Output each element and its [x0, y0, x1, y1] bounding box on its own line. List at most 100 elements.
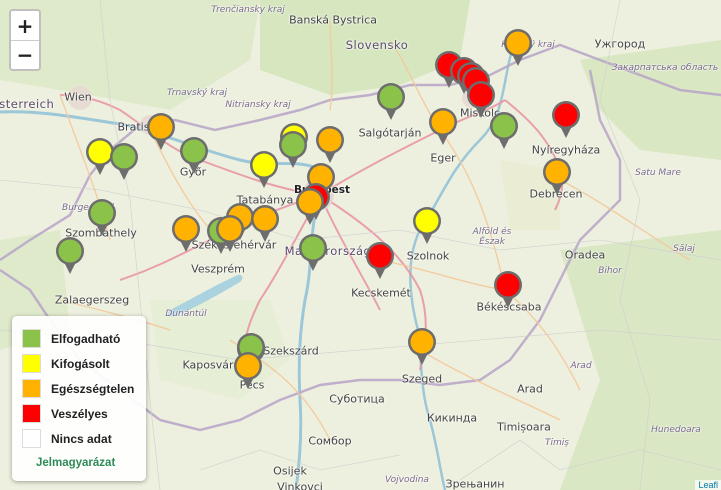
map-pin-icon [279, 131, 307, 168]
place-label: Зрењанин [445, 477, 505, 490]
map-pin-icon [490, 112, 518, 149]
place-label: Hunedoara [651, 425, 701, 435]
station-marker[interactable] [250, 204, 280, 244]
place-label: Kaposvár [182, 358, 234, 372]
station-marker[interactable] [295, 187, 325, 227]
map-pin-icon [366, 242, 394, 279]
station-marker[interactable] [551, 100, 581, 140]
station-marker[interactable] [109, 142, 139, 182]
legend-label: Kifogásolt [51, 356, 110, 371]
place-label: Vojvodina [385, 475, 429, 485]
station-marker[interactable] [493, 270, 523, 310]
map-pin-icon [316, 126, 344, 163]
place-label: Veszprém [191, 262, 245, 276]
place-label: Slovensko [345, 38, 409, 52]
map-pin-icon [299, 234, 327, 271]
map-pin-icon [377, 83, 405, 120]
map-pin-icon [234, 352, 262, 389]
place-label: Kecskemét [351, 286, 411, 300]
station-marker[interactable] [55, 236, 85, 276]
place-label: Закарпатська область [611, 63, 719, 73]
place-label: Суботица [329, 392, 385, 406]
zoom-out-button[interactable]: − [11, 40, 39, 69]
place-label: Timișoara [497, 420, 551, 434]
station-marker[interactable] [489, 111, 519, 151]
place-label: Banská Bystrica [289, 13, 377, 27]
place-label: Zalaegerszeg [54, 293, 130, 307]
station-marker[interactable] [542, 157, 572, 197]
map-pin-icon [296, 188, 324, 225]
place-label: Wien [64, 90, 92, 104]
station-marker[interactable] [278, 130, 308, 170]
station-marker[interactable] [315, 125, 345, 165]
legend-swatch [22, 404, 41, 423]
map-pin-icon [147, 113, 175, 150]
place-label: Osijek [273, 464, 307, 478]
map-pin-icon [180, 137, 208, 174]
place-label: Österreich [0, 97, 55, 111]
legend-label: Nincs adat [51, 431, 112, 446]
place-label: Oradea [564, 248, 606, 262]
place-label: Ужгород [594, 37, 646, 51]
station-marker[interactable] [233, 351, 263, 391]
place-label: Dunántúl [165, 309, 207, 319]
place-label: Vinkovci [277, 480, 323, 490]
place-label: Arad [570, 361, 592, 371]
legend-label: Egészségtelen [51, 381, 135, 396]
station-marker[interactable] [171, 214, 201, 254]
legend-swatch [22, 379, 41, 398]
map-pin-icon [216, 215, 244, 252]
place-label: Salgótarján [358, 126, 422, 140]
map-pin-icon [110, 143, 138, 180]
zoom-in-button[interactable]: + [11, 11, 39, 40]
station-marker[interactable] [365, 241, 395, 281]
legend-swatch [22, 429, 41, 448]
legend-panel: Elfogadható Kifogásolt Egészségtelen Ves… [12, 316, 146, 481]
legend-item: Nincs adat [22, 426, 136, 451]
place-label: Trenčiansky kraj [211, 5, 285, 15]
map-pin-icon [494, 271, 522, 308]
map-view[interactable]: Trenčiansky kraj Banská Bystrica Slovens… [0, 0, 721, 490]
station-marker[interactable] [503, 28, 533, 68]
map-pin-icon [543, 158, 571, 195]
place-label: Кикинда [426, 411, 478, 425]
station-marker[interactable] [298, 233, 328, 273]
place-label: Timiș [545, 438, 569, 448]
station-marker[interactable] [249, 150, 279, 190]
map-pin-icon [429, 108, 457, 145]
legend-swatch [22, 354, 41, 373]
legend-item: Veszélyes [22, 401, 136, 426]
station-marker[interactable] [428, 107, 458, 147]
place-label: Alföld és Észak [472, 227, 512, 247]
place-label: Szekszárd [263, 344, 319, 358]
map-pin-icon [56, 237, 84, 274]
map-pin-icon [172, 215, 200, 252]
legend-item: Elfogadható [22, 326, 136, 351]
legend-swatch [22, 329, 41, 348]
place-label: Bihor [598, 266, 622, 276]
station-marker[interactable] [412, 206, 442, 246]
station-marker[interactable] [215, 214, 245, 254]
place-label: Nitriansky kraj [225, 100, 291, 110]
legend-label: Elfogadható [51, 331, 121, 346]
map-pin-icon [504, 29, 532, 66]
map-pin-icon [408, 328, 436, 365]
station-marker[interactable] [87, 198, 117, 238]
station-marker[interactable] [407, 327, 437, 367]
place-label: Szolnok [406, 249, 450, 263]
zoom-control: + − [9, 9, 41, 71]
place-label: Trnavský kraj [166, 88, 228, 98]
map-pin-icon [251, 205, 279, 242]
place-label: Szeged [401, 372, 443, 386]
legend-label: Veszélyes [51, 406, 108, 421]
place-label: Satu Mare [635, 168, 681, 178]
attribution-link[interactable]: Leafl [695, 480, 721, 490]
place-label: Sălaj [673, 244, 695, 254]
place-label: Arad [517, 382, 543, 396]
station-marker[interactable] [146, 112, 176, 152]
station-marker[interactable] [376, 82, 406, 122]
map-pin-icon [250, 151, 278, 188]
legend-item: Kifogásolt [22, 351, 136, 376]
station-marker[interactable] [179, 136, 209, 176]
map-pin-icon [413, 207, 441, 244]
